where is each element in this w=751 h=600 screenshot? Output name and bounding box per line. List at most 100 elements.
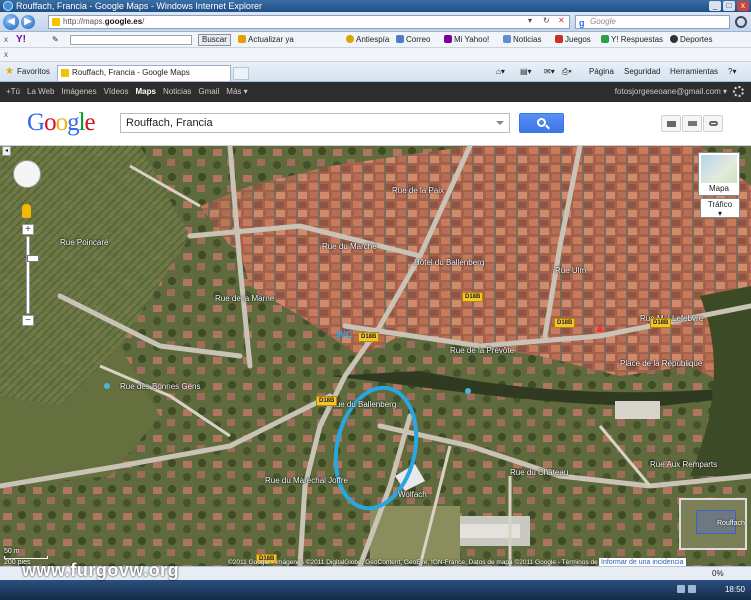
watermark: www.furgovw.org	[22, 560, 180, 580]
internet-explorer-icon	[3, 1, 13, 11]
gbar-link-more[interactable]: Más ▾	[226, 82, 247, 102]
yahoo-logo-icon[interactable]: Y!	[16, 32, 26, 48]
minimize-button[interactable]: _	[709, 1, 721, 11]
map-label-rue-bonnes-gens: Rue des Bonnes Gens	[120, 382, 201, 391]
road-tag-d18b: D18B	[462, 292, 484, 302]
gbar-link-videos[interactable]: Vídeos	[104, 82, 129, 102]
yahoo-search-input[interactable]	[70, 35, 192, 45]
map-imagery: WC	[0, 146, 751, 566]
account-menu[interactable]: fotosjorgeseoane@gmail.com ▾	[615, 82, 727, 102]
pencil-icon[interactable]: ✎	[52, 32, 59, 48]
compatibility-view-icon[interactable]: ▾	[528, 15, 532, 27]
map-label-hotel-ballenberg: Hôtel du Ballenberg	[414, 258, 485, 267]
street-view-pegman-icon[interactable]	[22, 204, 31, 218]
help-icon[interactable]: ?▾	[728, 62, 736, 82]
maps-search-input[interactable]: Rouffach, Francia	[120, 113, 510, 133]
zoom-slider[interactable]	[26, 236, 39, 314]
road-tag-d18b: D18B	[316, 396, 338, 406]
favorites-button[interactable]: Favoritos	[17, 62, 50, 82]
home-icon[interactable]: ⌂▾	[496, 62, 505, 82]
search-button[interactable]	[519, 113, 564, 133]
volume-icon[interactable]	[688, 585, 696, 593]
zoom-control[interactable]: + −	[22, 224, 39, 326]
toolbar-item-antiespia[interactable]: Antiespía	[346, 32, 389, 48]
toolbar-item-actualizar[interactable]: Actualizar ya	[238, 32, 294, 48]
favorites-star-icon[interactable]: ★	[5, 67, 14, 77]
zoom-out-button[interactable]: −	[22, 315, 34, 326]
browser-tab[interactable]: Rouffach, Francia - Google Maps	[57, 65, 231, 81]
answers-icon	[601, 35, 609, 43]
print-button[interactable]	[661, 115, 681, 132]
traffic-button[interactable]: Tráfico ▾	[700, 198, 740, 218]
map-label-rue-prevote: Rue de la Prévôté	[450, 346, 515, 355]
menu-herramientas[interactable]: Herramientas	[670, 62, 718, 82]
gbar-link-news[interactable]: Noticias	[163, 82, 191, 102]
url-domain: google.es	[104, 17, 143, 26]
scale-metric: 50 m	[4, 548, 20, 555]
feeds-icon[interactable]: ▤▾	[520, 62, 532, 82]
zoom-slider-handle[interactable]	[27, 255, 39, 262]
stop-icon[interactable]: ✕	[558, 15, 565, 27]
google-search-provider-icon: g	[579, 18, 585, 28]
printer-icon	[667, 121, 676, 127]
back-button[interactable]: ◀	[3, 14, 19, 30]
toolbar-item-noticias[interactable]: Noticias	[503, 32, 541, 48]
ball-icon	[670, 35, 678, 43]
search-box[interactable]: g Google	[575, 15, 730, 29]
mail-icon[interactable]: ✉▾	[544, 62, 555, 82]
clock[interactable]: 18:50	[725, 580, 745, 600]
map-type-button[interactable]: Mapa	[698, 152, 740, 196]
zoom-level[interactable]: 0%	[712, 567, 724, 581]
close-window-button[interactable]: x	[737, 1, 749, 11]
gbar-link-images[interactable]: Imágenes	[61, 82, 96, 102]
chevron-down-icon[interactable]	[496, 121, 504, 125]
network-icon[interactable]	[677, 585, 685, 593]
gbar-link-web[interactable]: La Web	[27, 82, 54, 102]
search-icon[interactable]	[735, 16, 747, 28]
map-label-place-republique: Place de la République	[620, 359, 703, 368]
toolbar-item-deportes[interactable]: Deportes	[670, 32, 712, 48]
new-tab-button[interactable]	[233, 67, 249, 80]
forward-button[interactable]: ▶	[21, 15, 35, 29]
window-title: Rouffach, Francia - Google Maps - Window…	[16, 1, 262, 11]
overview-map[interactable]: Rouffach	[679, 498, 747, 550]
map-label-rue-remparts: Rue Aux Remparts	[650, 460, 718, 469]
satellite-map[interactable]: WC Rue de la Paix Rue du Marché Hôtel du…	[0, 146, 751, 566]
yahoo-toolbar: x Y! ✎ Buscar Actualizar ya Antiespía Co…	[0, 32, 751, 48]
pan-control[interactable]	[13, 160, 41, 188]
buscar-button[interactable]: Buscar	[198, 34, 231, 46]
google-logo[interactable]: Google	[27, 109, 96, 137]
zoom-in-button[interactable]: +	[22, 224, 34, 235]
address-field[interactable]: http://maps.google.es/	[48, 15, 570, 29]
gbar-link-gmail[interactable]: Gmail	[198, 82, 219, 102]
link-button[interactable]	[703, 115, 723, 132]
menu-seguridad[interactable]: Seguridad	[624, 62, 660, 82]
print-icon[interactable]: ⎙▾	[562, 62, 572, 82]
toolbar-item-mi-yahoo[interactable]: Mi Yahoo!	[444, 32, 489, 48]
map-type-label: Mapa	[708, 184, 729, 193]
chain-link-icon	[709, 121, 718, 126]
toolbar-item-respuestas[interactable]: Y! Respuestas	[601, 32, 663, 48]
map-label-rue-marche: Rue du Marché	[322, 242, 377, 251]
gbar-link-maps[interactable]: Maps	[136, 82, 156, 102]
close-row-icon[interactable]: x	[4, 50, 8, 59]
news-icon	[503, 35, 511, 43]
google-bar: +Tú La Web Imágenes Vídeos Maps Noticias…	[0, 82, 751, 102]
gbar-link-plus[interactable]: +Tú	[6, 82, 20, 102]
send-button[interactable]	[682, 115, 702, 132]
map-label-rue-marne: Rue de la Marne	[215, 294, 275, 303]
side-panel-toggle[interactable]: ◂	[2, 146, 11, 156]
search-placeholder: Google	[590, 17, 616, 26]
maximize-button[interactable]: □	[723, 1, 735, 11]
refresh-icon[interactable]: ↻	[543, 15, 550, 27]
settings-gear-icon[interactable]	[733, 86, 744, 97]
road-tag-d18b: D18B	[650, 318, 672, 328]
yahoo-icon	[444, 35, 452, 43]
toolbar-item-juegos[interactable]: Juegos	[555, 32, 591, 48]
warning-icon	[238, 35, 246, 43]
toolbar-item-correo[interactable]: Correo	[396, 32, 430, 48]
report-problem-link[interactable]: Informar de una incidencia	[599, 558, 686, 566]
menu-pagina[interactable]: Página	[589, 62, 614, 82]
maps-header: Google Rouffach, Francia	[0, 102, 751, 146]
close-toolbar-icon[interactable]: x	[4, 32, 8, 48]
